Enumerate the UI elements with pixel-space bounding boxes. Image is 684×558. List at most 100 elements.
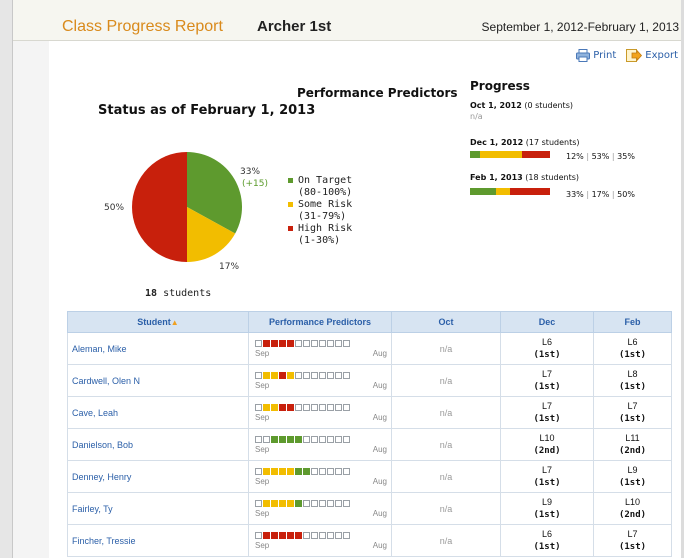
- feb-level: L11: [625, 433, 640, 443]
- progress-pct-dec: 12% | 53% | 35%: [566, 152, 635, 161]
- feb-level: L6: [627, 337, 638, 347]
- predictor-square: [255, 500, 262, 507]
- progress-bar-segment-on-target: [470, 151, 480, 158]
- legend-swatch-some-risk: [288, 202, 293, 207]
- export-label: Export: [645, 50, 678, 61]
- performance-title: Performance Predictors: [297, 86, 458, 100]
- legend-range: (80-100%): [298, 187, 353, 198]
- predictor-square: [271, 532, 278, 539]
- column-header-predictors[interactable]: Performance Predictors: [248, 311, 392, 333]
- feb-cell: L7 (1st): [593, 524, 672, 557]
- predictor-square: [287, 532, 294, 539]
- dec-level: L10: [539, 433, 555, 443]
- predictor-square: [335, 372, 342, 379]
- export-button[interactable]: Export: [626, 49, 678, 62]
- feb-level: L10: [624, 497, 641, 507]
- progress-date: Dec 1, 2012: [470, 138, 524, 147]
- predictor-square: [279, 436, 286, 443]
- pie-legend: On Target (80-100%) Some Risk (31-79%) Hig…: [288, 175, 352, 247]
- column-header-oct[interactable]: Oct: [391, 311, 501, 333]
- predictor-square: [327, 340, 334, 347]
- progress-bar-segment-high-risk: [509, 188, 550, 195]
- predictor-square: [311, 372, 318, 379]
- column-header-dec[interactable]: Dec: [500, 311, 594, 333]
- predictor-square: [287, 468, 294, 475]
- oct-cell: n/a: [391, 524, 501, 557]
- predictor-square: [287, 404, 294, 411]
- pct-high-risk: 35%: [617, 152, 635, 161]
- predictor-square: [319, 372, 326, 379]
- student-name-link[interactable]: Danielson, Bob: [67, 428, 249, 461]
- student-name-link[interactable]: Aleman, Mike: [67, 332, 249, 365]
- predictor-square: [271, 404, 278, 411]
- predictor-square: [279, 532, 286, 539]
- predictor-square: [319, 468, 326, 475]
- predictor-square: [343, 404, 350, 411]
- table-row: Cardwell, Olen N Sep Aug n/a L7 (1st) L8 (1st): [67, 364, 672, 397]
- predictor-square: [295, 532, 302, 539]
- predictor-square: [343, 436, 350, 443]
- students-table: Student▲ Performance Predictors Oct Dec …: [67, 311, 672, 557]
- class-name: Archer 1st: [257, 18, 332, 35]
- progress-count: (0 students): [524, 101, 573, 110]
- predictor-square: [295, 340, 302, 347]
- progress-row-dec: Dec 1, 2012 (17 students): [470, 138, 580, 147]
- student-name-link[interactable]: Denney, Henry: [67, 460, 249, 493]
- predictor-cell: Sep Aug: [248, 364, 392, 397]
- predictor-cell: Sep Aug: [248, 396, 392, 429]
- column-header-student[interactable]: Student▲: [67, 311, 249, 333]
- feb-level: L7: [627, 529, 638, 539]
- axis-end-label: Aug: [372, 541, 387, 550]
- feb-cell: L9 (1st): [593, 460, 672, 493]
- student-name-link[interactable]: Fincher, Tressie: [67, 524, 249, 557]
- student-name-link[interactable]: Cardwell, Olen N: [67, 364, 249, 397]
- pie-label-on-target: 33%: [240, 167, 261, 177]
- predictor-square: [303, 436, 310, 443]
- predictor-axis: Sep Aug: [255, 541, 387, 550]
- pct-high-risk: 50%: [617, 190, 635, 199]
- predictor-square: [327, 500, 334, 507]
- pie-label-high-risk: 50%: [104, 203, 125, 213]
- predictor-square: [279, 500, 286, 507]
- feb-level: L8: [627, 369, 638, 379]
- predictor-square: [255, 340, 262, 347]
- dec-rank: (1st): [533, 382, 561, 392]
- predictor-square: [327, 532, 334, 539]
- pct-on-target: 33%: [566, 190, 584, 199]
- dec-rank: (1st): [533, 510, 561, 520]
- pct-on-target: 12%: [566, 152, 584, 161]
- predictor-square: [319, 340, 326, 347]
- report-header: Class Progress Report Archer 1st Septemb…: [13, 0, 681, 41]
- pct-separator: |: [586, 152, 590, 161]
- progress-pct-feb: 33% | 17% | 50%: [566, 190, 635, 199]
- predictor-square: [263, 468, 270, 475]
- progress-title: Progress: [470, 79, 530, 93]
- oct-cell: n/a: [391, 428, 501, 461]
- pie-label-some-risk: 17%: [219, 262, 240, 272]
- print-button[interactable]: Print: [576, 49, 616, 62]
- column-header-feb[interactable]: Feb: [593, 311, 672, 333]
- feb-cell: L10 (2nd): [593, 492, 672, 525]
- progress-row-oct: Oct 1, 2012 (0 students) n/a: [470, 101, 573, 121]
- predictor-square: [255, 372, 262, 379]
- axis-start-label: Sep: [255, 381, 270, 390]
- student-name-link[interactable]: Fairley, Ty: [67, 492, 249, 525]
- dec-rank: (1st): [533, 350, 561, 360]
- predictor-square: [263, 532, 270, 539]
- legend-label: On Target: [298, 175, 353, 186]
- feb-rank: (1st): [618, 414, 647, 424]
- export-icon: [626, 49, 643, 62]
- predictor-square: [343, 468, 350, 475]
- axis-end-label: Aug: [372, 477, 387, 486]
- dec-level: L7: [541, 465, 552, 475]
- predictor-axis: Sep Aug: [255, 413, 387, 422]
- legend-label: Some Risk: [298, 199, 353, 210]
- legend-label: High Risk: [298, 223, 353, 234]
- progress-bar-dec: [470, 151, 550, 158]
- student-name-link[interactable]: Cave, Leah: [67, 396, 249, 429]
- predictor-cell: Sep Aug: [248, 332, 392, 365]
- legend-item-some-risk: Some Risk (31-79%): [288, 199, 352, 223]
- table-row: Fairley, Ty Sep Aug n/a L9 (1st) L10 (2nd): [67, 492, 672, 525]
- oct-cell: n/a: [391, 396, 501, 429]
- predictor-square: [311, 436, 318, 443]
